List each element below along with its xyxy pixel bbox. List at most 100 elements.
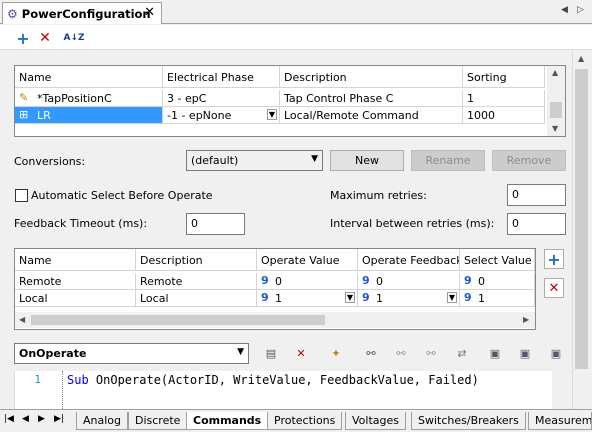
numeric-type-icon: 9 xyxy=(464,291,472,304)
document-tab-title: PowerConfiguration xyxy=(21,6,151,21)
new-script-icon[interactable]: ▤ xyxy=(261,343,281,363)
chevron-down-icon[interactable]: ▼ xyxy=(344,292,355,303)
event-select[interactable]: OnOperate ▼ xyxy=(14,343,249,364)
row-select-value: 9 1 xyxy=(460,290,535,307)
numeric-type-icon: 9 xyxy=(362,291,370,304)
column-header-name[interactable]: Name xyxy=(15,66,163,88)
scroll-left-icon[interactable]: ◀ xyxy=(19,315,25,324)
row-name: ⊞ LR xyxy=(15,107,163,124)
column-header-select-value[interactable]: Select Value xyxy=(460,249,535,271)
next-bookmark-icon[interactable]: ▣ xyxy=(515,343,535,363)
delete-script-icon[interactable]: ✕ xyxy=(291,343,311,363)
numeric-type-icon: 9 xyxy=(464,274,472,287)
command-point-icon: ⊞ xyxy=(19,108,29,121)
column-header-sorting[interactable]: Sorting xyxy=(463,66,545,88)
tab-analog[interactable]: Analog xyxy=(76,412,129,430)
find-previous-icon[interactable]: ⚯ xyxy=(421,343,441,363)
scroll-up-icon[interactable]: ▲ xyxy=(552,68,558,77)
table-vertical-scrollbar[interactable]: ▲ ▼ xyxy=(547,66,565,136)
previous-tab-icon[interactable]: ◀ xyxy=(22,414,29,424)
numeric-type-icon: 9 xyxy=(362,274,370,287)
row-name: Local xyxy=(15,290,136,307)
auto-select-checkbox[interactable] xyxy=(15,189,28,202)
new-button[interactable]: New xyxy=(330,150,404,171)
column-header-description[interactable]: Description xyxy=(280,66,463,88)
column-header-operate-feedback[interactable]: Operate Feedback xyxy=(358,249,460,271)
scroll-up-icon[interactable]: ▲ xyxy=(578,54,584,63)
next-tab-icon[interactable]: ▶ xyxy=(38,414,45,424)
wizard-icon[interactable]: ✦ xyxy=(326,343,346,363)
row-description: Remote xyxy=(136,273,257,290)
tab-scroll-right-icon[interactable]: ▷ xyxy=(577,5,584,15)
last-tab-icon[interactable]: ▶| xyxy=(54,414,64,424)
row-name: Remote xyxy=(15,273,136,290)
add-icon[interactable]: + xyxy=(14,29,32,48)
remove-button[interactable]: Remove xyxy=(492,150,566,171)
scroll-down-icon[interactable]: ▼ xyxy=(552,124,558,133)
row-phase: 3 - epC xyxy=(163,90,280,107)
feedback-timeout-label: Feedback Timeout (ms): xyxy=(14,217,148,230)
document-tab[interactable]: ⚙ PowerConfiguration ✕ xyxy=(2,2,162,24)
row-description: Local xyxy=(136,290,257,307)
column-header-description[interactable]: Description xyxy=(136,249,257,271)
tab-discrete[interactable]: Discrete xyxy=(128,412,188,430)
tap-position-icon: ✎ xyxy=(19,91,29,104)
row-operate-value: 9 0 xyxy=(257,273,358,290)
points-table: Name Electrical Phase Description Sortin… xyxy=(14,65,566,137)
document-tab-strip: ⚙ PowerConfiguration ✕ ◀ ▷ xyxy=(0,0,592,24)
tab-voltages[interactable]: Voltages xyxy=(345,412,406,430)
chevron-down-icon[interactable]: ▼ xyxy=(446,292,457,303)
scrollbar-thumb[interactable] xyxy=(550,102,562,118)
numeric-type-icon: 9 xyxy=(261,291,269,304)
first-tab-icon[interactable]: |◀ xyxy=(4,414,14,424)
tab-protections[interactable]: Protections xyxy=(267,412,343,430)
bottom-tab-strip: |◀ ◀ ▶ ▶| Analog Discrete Commands Prote… xyxy=(0,409,592,432)
row-sorting: 1000 xyxy=(463,107,545,124)
add-conversion-button[interactable]: + xyxy=(544,249,564,269)
operate-value-dropdown[interactable]: 9 1 ▼ xyxy=(257,290,358,307)
tab-switches-breakers[interactable]: Switches/Breakers xyxy=(411,412,526,430)
scrollbar-thumb[interactable] xyxy=(31,315,325,325)
row-sorting: 1 xyxy=(463,90,545,107)
chevron-down-icon: ▼ xyxy=(311,154,318,164)
chevron-down-icon: ▼ xyxy=(237,347,244,357)
rename-button[interactable]: Rename xyxy=(411,150,485,171)
find-next-icon[interactable]: ⚯ xyxy=(391,343,411,363)
scroll-right-icon[interactable]: ▶ xyxy=(523,315,529,324)
chevron-down-icon[interactable]: ▼ xyxy=(266,109,277,120)
close-icon[interactable]: ✕ xyxy=(144,5,155,20)
find-icon[interactable]: ⚯ xyxy=(361,343,381,363)
panel-vertical-scrollbar[interactable]: ▲ xyxy=(572,51,590,409)
retry-interval-field[interactable]: 0 xyxy=(507,213,566,235)
max-retries-field[interactable]: 0 xyxy=(507,184,566,206)
delete-icon[interactable]: ✕ xyxy=(36,29,54,47)
replace-icon[interactable]: ⇄ xyxy=(452,343,472,363)
column-header-phase[interactable]: Electrical Phase xyxy=(163,66,280,88)
conversions-select[interactable]: (default) ▼ xyxy=(186,150,323,171)
column-header-operate-value[interactable]: Operate Value xyxy=(257,249,358,271)
toolbar: + ✕ A↓Z xyxy=(0,25,592,50)
editor-gutter xyxy=(45,371,63,409)
phase-dropdown[interactable]: -1 - epNone ▼ xyxy=(163,107,280,124)
feedback-timeout-field[interactable]: 0 xyxy=(186,213,245,235)
tab-scroll-left-icon[interactable]: ◀ xyxy=(561,5,568,15)
table-horizontal-scrollbar[interactable]: ◀ ▶ xyxy=(15,312,535,328)
sort-az-icon[interactable]: A↓Z xyxy=(63,29,84,47)
tab-commands[interactable]: Commands xyxy=(186,412,269,430)
row-description: Local/Remote Command xyxy=(280,107,463,124)
column-header-name[interactable]: Name xyxy=(15,249,136,271)
tab-measurements[interactable]: Measureme xyxy=(528,412,592,430)
bookmark-icon[interactable]: ▣ xyxy=(485,343,505,363)
line-number: 1 xyxy=(34,373,41,386)
auto-select-label: Automatic Select Before Operate xyxy=(31,189,213,202)
operate-feedback-dropdown[interactable]: 9 1 ▼ xyxy=(358,290,460,307)
row-description: Tap Control Phase C xyxy=(280,90,463,107)
max-retries-label: Maximum retries: xyxy=(330,189,427,202)
row-select-value: 9 0 xyxy=(460,273,535,290)
conversions-label: Conversions: xyxy=(14,155,86,168)
script-editor[interactable]: 1 Sub OnOperate(ActorID, WriteValue, Fee… xyxy=(14,371,552,409)
code-line[interactable]: Sub OnOperate(ActorID, WriteValue, Feedb… xyxy=(67,373,479,387)
previous-bookmark-icon[interactable]: ▣ xyxy=(546,343,566,363)
delete-conversion-button[interactable]: ✕ xyxy=(544,278,564,298)
scrollbar-thumb[interactable] xyxy=(575,69,588,369)
